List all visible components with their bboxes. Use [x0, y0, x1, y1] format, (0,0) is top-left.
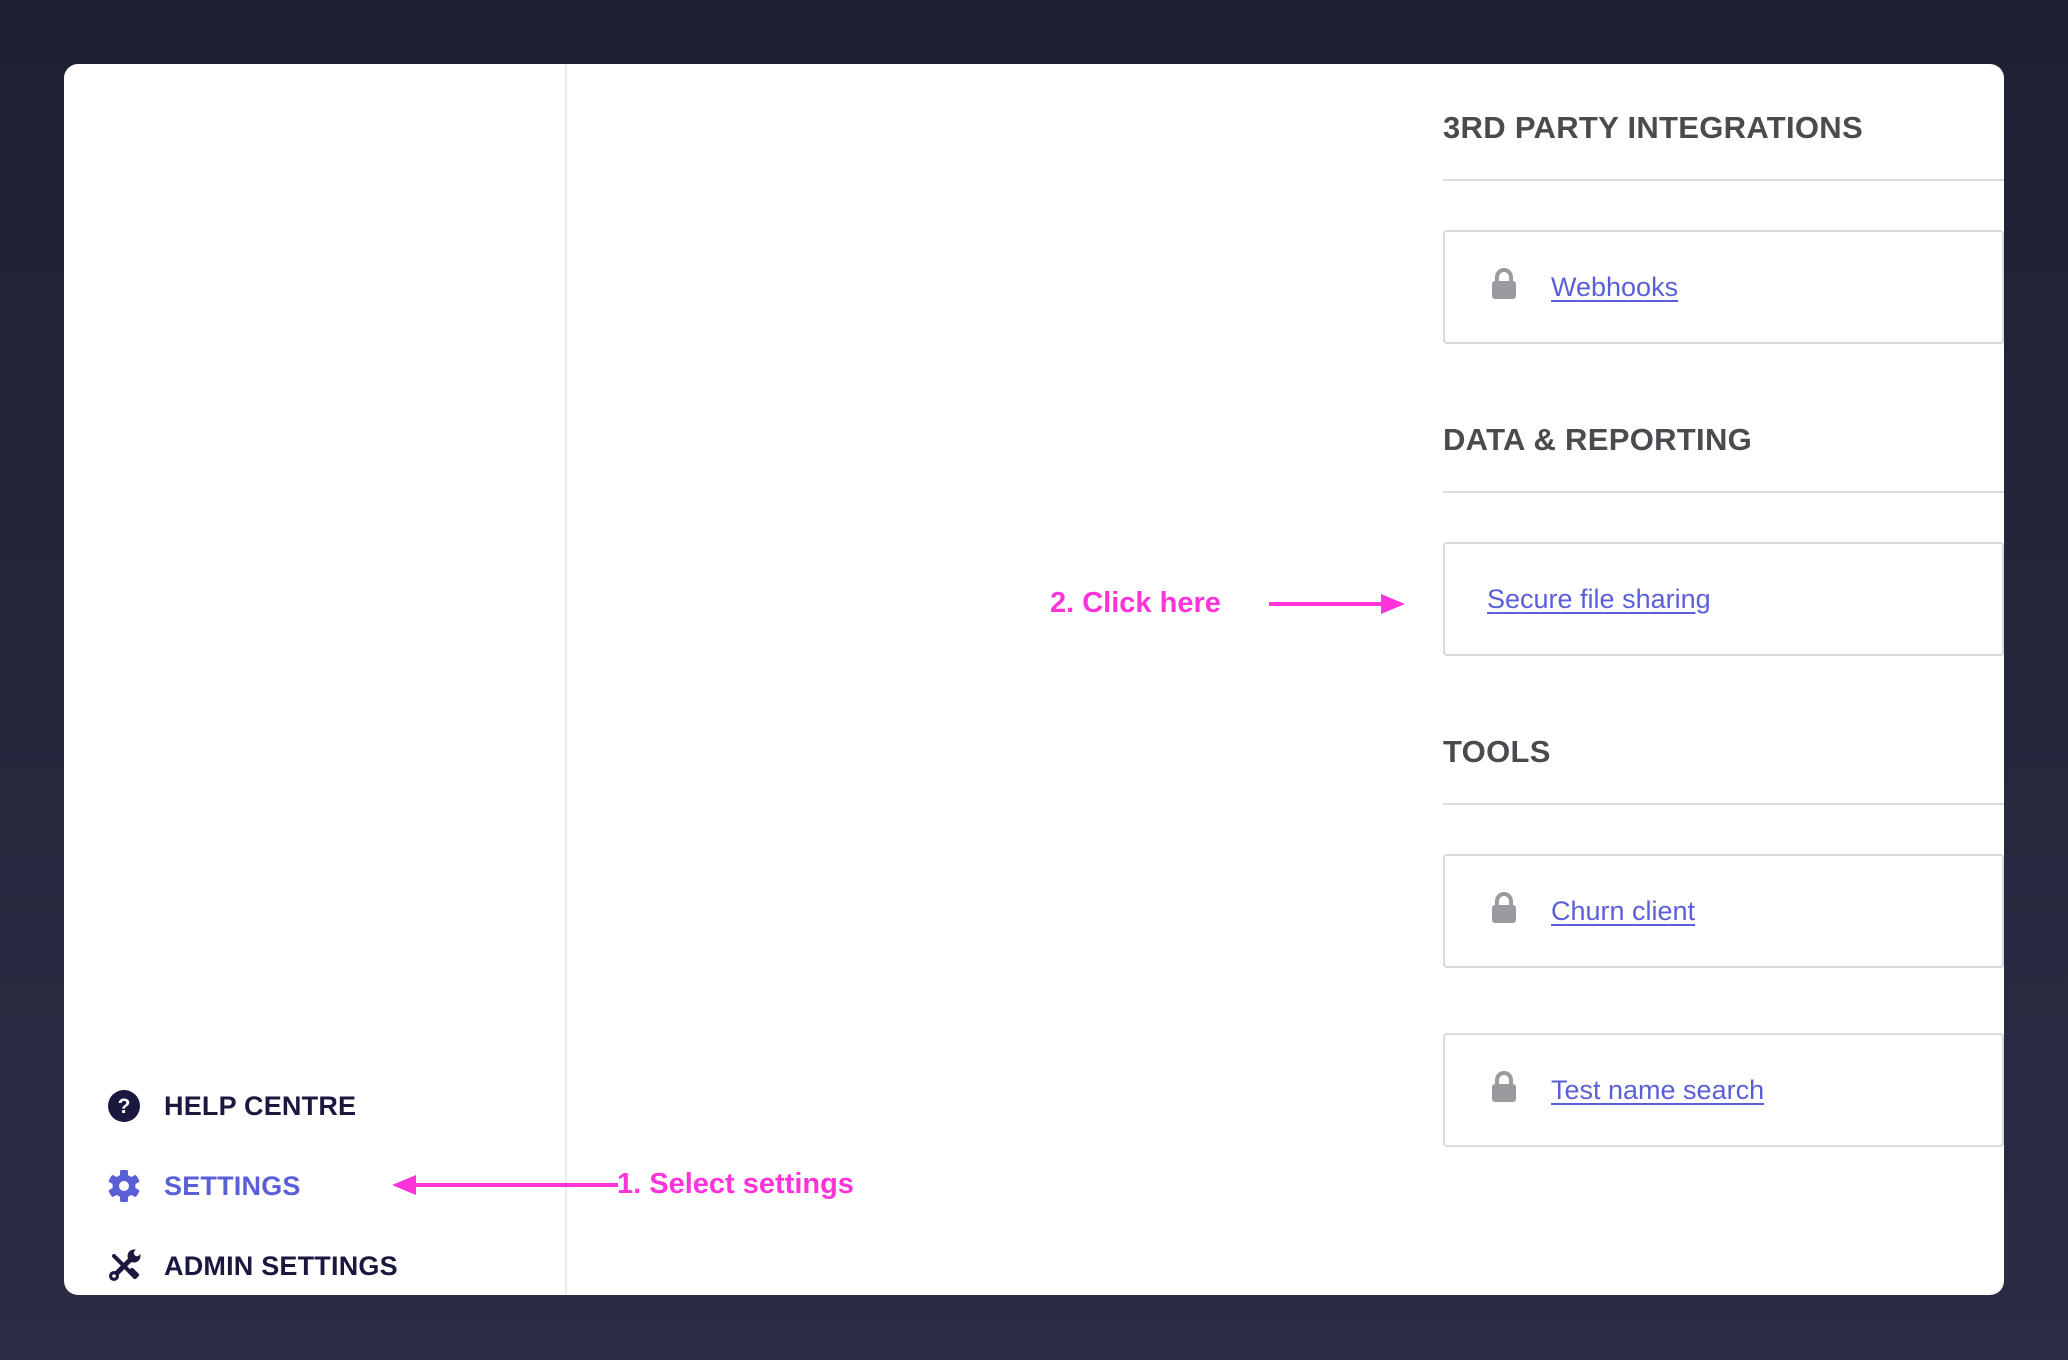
lock-icon [1491, 892, 1517, 924]
section-title-data-reporting: DATA & REPORTING [1443, 422, 1753, 457]
lock-icon [1491, 1071, 1517, 1103]
card-churn-client[interactable]: Churn client [1443, 854, 2004, 968]
sidebar-item-label: ADMIN SETTINGS [164, 1250, 398, 1281]
section-title-integrations: 3RD PARTY INTEGRATIONS [1443, 110, 1863, 145]
annotation-arrow-right [1269, 594, 1405, 614]
sidebar-item-admin-settings[interactable]: ADMIN SETTINGS [106, 1246, 398, 1286]
section-divider [1443, 803, 2004, 805]
card-secure-file-sharing[interactable]: Secure file sharing [1443, 542, 2004, 656]
sidebar-item-help-centre[interactable]: ? HELP CENTRE [106, 1086, 356, 1126]
test-name-search-link[interactable]: Test name search [1551, 1075, 1764, 1106]
sidebar-item-settings[interactable]: SETTINGS [106, 1166, 301, 1206]
gear-icon [106, 1168, 142, 1204]
lock-icon [1491, 268, 1517, 300]
section-divider [1443, 179, 2004, 181]
churn-client-link[interactable]: Churn client [1551, 896, 1695, 927]
help-icon: ? [106, 1088, 142, 1124]
sidebar-item-label: SETTINGS [164, 1170, 301, 1201]
webhooks-link[interactable]: Webhooks [1551, 272, 1678, 303]
tools-icon [106, 1248, 142, 1284]
secure-file-sharing-link[interactable]: Secure file sharing [1487, 584, 1711, 615]
app-window: ? HELP CENTRE SETTINGS ADMIN SETTINGS 3R… [64, 64, 2004, 1295]
svg-text:?: ? [118, 1095, 131, 1118]
card-test-name-search[interactable]: Test name search [1443, 1033, 2004, 1147]
sidebar: ? HELP CENTRE SETTINGS ADMIN SETTINGS [64, 64, 567, 1295]
section-divider [1443, 491, 2004, 493]
section-title-tools: TOOLS [1443, 734, 1551, 769]
sidebar-item-label: HELP CENTRE [164, 1090, 357, 1121]
annotation-arrow-left [392, 1175, 618, 1195]
card-webhooks[interactable]: Webhooks [1443, 230, 2004, 344]
annotation-step-1: 1. Select settings [617, 1168, 854, 1200]
annotation-step-2: 2. Click here [1050, 587, 1221, 619]
